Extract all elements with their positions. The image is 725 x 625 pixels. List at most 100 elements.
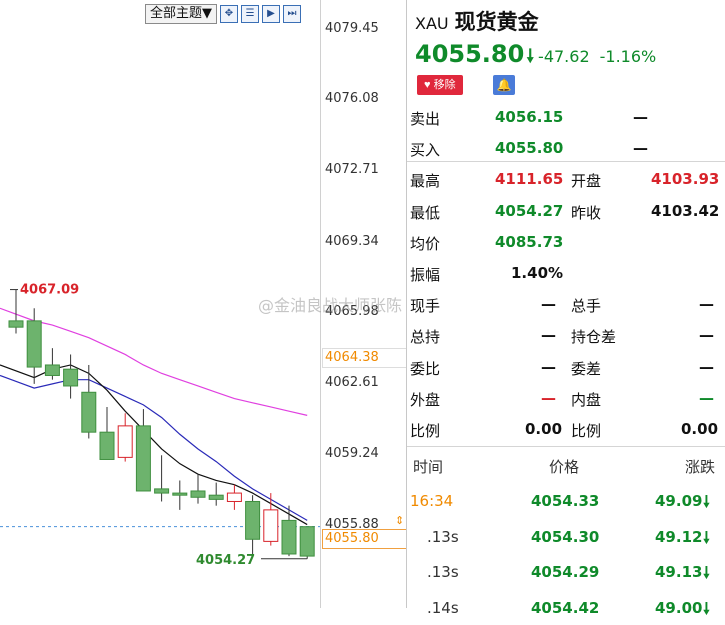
tick-price: 4054.29 bbox=[531, 563, 600, 581]
quote-row: 最低 4054.27 昨收 4103.42 bbox=[407, 195, 725, 226]
arrow-down-icon: 🠗 bbox=[526, 46, 535, 67]
ma-line-magenta bbox=[0, 307, 308, 416]
quote-value: — bbox=[699, 295, 714, 314]
quote-row: 均价 4085.73 bbox=[407, 226, 725, 257]
candle-body bbox=[226, 492, 242, 502]
ma-line-black bbox=[0, 364, 308, 526]
candle-body bbox=[154, 488, 170, 494]
quote-label: 昨收 bbox=[571, 203, 602, 222]
time-header: 时间 bbox=[413, 458, 444, 476]
theme-dropdown-button[interactable]: 全部主题▼ bbox=[145, 4, 217, 24]
arrow-down-icon: 🠗 bbox=[703, 527, 710, 547]
candle-body bbox=[44, 364, 60, 376]
quote-label: 最低 bbox=[410, 203, 441, 222]
price-change-percent: -1.16% bbox=[599, 47, 657, 66]
play-end-icon[interactable]: ⏭ bbox=[283, 5, 301, 23]
tick-row: .13s 4054.30 49.12 🠗 bbox=[407, 519, 725, 554]
quote-value: 4054.27 bbox=[495, 201, 564, 220]
tick-time: .13s bbox=[427, 527, 459, 546]
candle-body bbox=[135, 425, 151, 492]
quote-value: 0.00 bbox=[681, 420, 719, 438]
candle-body bbox=[117, 425, 133, 458]
play-icon[interactable]: ▶ bbox=[262, 5, 280, 23]
quote-row: 比例 0.00 比例 0.00 bbox=[407, 413, 725, 444]
quote-label: 总手 bbox=[571, 297, 602, 316]
arrow-down-icon: 🠗 bbox=[703, 492, 710, 511]
watermark: @金油良战大师张陈 bbox=[258, 296, 403, 315]
quote-label: 最高 bbox=[410, 172, 441, 191]
candle-body bbox=[172, 492, 188, 496]
quote-label: 买入 bbox=[410, 141, 441, 160]
quote-label: 振幅 bbox=[410, 266, 441, 284]
quote-row: 现手 — 总手 — bbox=[407, 288, 725, 319]
instrument-title: XAU 现货黄金 bbox=[415, 6, 539, 36]
quote-row: 振幅 1.40% bbox=[407, 257, 725, 288]
candle-body bbox=[99, 431, 115, 460]
last-price: 4055.80 bbox=[415, 40, 525, 68]
tick-price: 4054.30 bbox=[531, 527, 600, 546]
quote-row: 外盘 — 内盘 — bbox=[407, 382, 725, 413]
quote-label: 总持 bbox=[410, 328, 441, 347]
quote-value: 4103.93 bbox=[651, 170, 720, 189]
tick-change: 49.12 bbox=[655, 527, 703, 546]
candle-body bbox=[208, 494, 224, 500]
quote-row: 卖出 4056.15 — bbox=[407, 101, 725, 132]
price-header: 价格 bbox=[549, 458, 580, 476]
y-tick-label: 4069.34 bbox=[325, 234, 379, 249]
quote-value: 4085.73 bbox=[495, 232, 564, 251]
instrument-name: 现货黄金 bbox=[454, 10, 539, 34]
tick-table-header: 时间 价格 涨跌 bbox=[407, 449, 725, 481]
current-price-marker-icon: ⇕ bbox=[395, 515, 405, 527]
quote-value: — bbox=[699, 326, 714, 345]
quote-value: 4111.65 bbox=[495, 170, 564, 189]
candle-body bbox=[8, 320, 24, 328]
quote-label: 开盘 bbox=[571, 172, 602, 191]
quote-label: 委比 bbox=[410, 359, 441, 378]
current-price-label: 4055.80 bbox=[322, 529, 408, 549]
tick-price: 4054.33 bbox=[531, 492, 600, 510]
y-tick-label: 4062.61 bbox=[325, 375, 379, 390]
candle-body bbox=[281, 519, 297, 555]
quote-row: 委比 — 委差 — bbox=[407, 351, 725, 382]
candle-body bbox=[26, 320, 42, 368]
quote-label: 内盘 bbox=[571, 390, 602, 409]
remove-watchlist-button[interactable]: ♥ 移除 bbox=[417, 75, 463, 95]
price-summary: 4055.80 🠗 -47.62 -1.16% bbox=[415, 40, 656, 74]
quote-label: 均价 bbox=[410, 234, 441, 253]
instrument-code: XAU bbox=[415, 14, 449, 33]
quote-label: 卖出 bbox=[410, 110, 441, 128]
quote-value: — bbox=[633, 139, 648, 158]
quote-row: 最高 4111.65 开盘 4103.93 bbox=[407, 163, 725, 194]
quote-value: — bbox=[699, 388, 714, 407]
quote-value: 4056.15 bbox=[495, 108, 564, 126]
candle-body bbox=[63, 368, 79, 387]
tick-row: 16:34 4054.33 49.09 🠗 bbox=[407, 483, 725, 518]
tick-time: 16:34 bbox=[410, 492, 454, 510]
bell-icon[interactable]: 🔔 bbox=[493, 75, 515, 95]
quote-value: — bbox=[541, 388, 556, 407]
candle-body bbox=[245, 500, 261, 540]
quote-label: 委差 bbox=[571, 359, 602, 378]
quote-value: 0.00 bbox=[525, 420, 563, 438]
candle-body bbox=[81, 391, 97, 433]
low-price-label: 4054.27 bbox=[196, 553, 255, 568]
quote-label: 外盘 bbox=[410, 390, 441, 409]
quote-label: 比例 bbox=[571, 422, 602, 440]
tick-row: .13s 4054.29 49.13 🠗 bbox=[407, 554, 725, 589]
quote-row: 买入 4055.80 — bbox=[407, 132, 725, 163]
tick-row: .14s 4054.42 49.00 🠗 bbox=[407, 590, 725, 625]
tick-time: .13s bbox=[427, 563, 459, 581]
grid-icon[interactable]: ✥ bbox=[220, 5, 238, 23]
quote-value: 4055.80 bbox=[495, 139, 564, 158]
candle-body bbox=[299, 526, 315, 557]
row-separator bbox=[407, 161, 725, 163]
chart-toolbar: 全部主题▼ ✥ ☰ ▶ ⏭ bbox=[145, 4, 301, 24]
candle-body bbox=[190, 490, 206, 498]
arrow-down-icon: 🠗 bbox=[703, 598, 710, 618]
quote-panel: XAU 现货黄金 4055.80 🠗 -47.62 -1.16% ♥ 移除 🔔 卖出 40… bbox=[406, 0, 725, 618]
quote-label: 现手 bbox=[410, 297, 441, 316]
list-icon[interactable]: ☰ bbox=[241, 5, 259, 23]
row-separator bbox=[407, 446, 725, 447]
quote-value: 1.40% bbox=[511, 264, 564, 282]
quote-value: — bbox=[633, 108, 648, 126]
